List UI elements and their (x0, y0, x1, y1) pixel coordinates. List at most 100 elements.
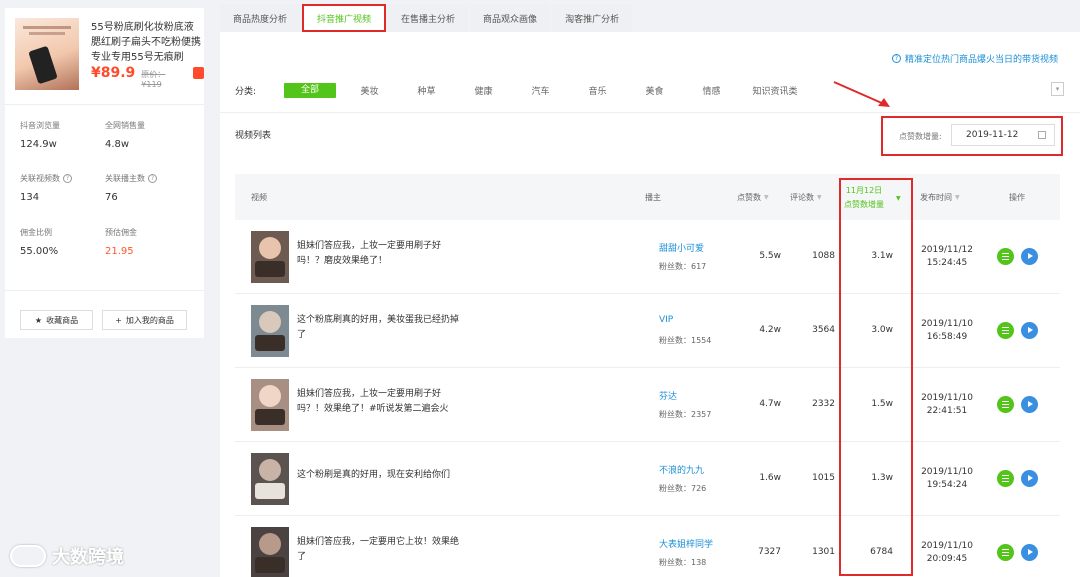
play-icon[interactable] (1021, 470, 1038, 487)
comments-value: 1088 (812, 251, 835, 261)
category-item[interactable]: 美妆 (341, 84, 398, 97)
play-icon[interactable] (1021, 544, 1038, 561)
fans-count: 粉丝数：138 (659, 558, 707, 567)
play-icon[interactable] (1021, 396, 1038, 413)
table-row[interactable]: 姐妹们答应我，上妆一定要用刷子好吗？！效果绝了！#听说发第二遍会火 芬达 粉丝数… (235, 368, 1060, 442)
header-like-growth[interactable]: 11月12日 点赞数增量 (844, 185, 884, 210)
category-item[interactable]: 音乐 (569, 84, 626, 97)
stat-commission: 预估佣金 21.95 (105, 228, 137, 257)
star-icon: ★ (34, 315, 43, 325)
anchor-link[interactable]: 大表姐梓同学 (659, 537, 713, 550)
anchor-link[interactable]: VIP (659, 315, 673, 325)
publish-time: 2019/11/12 15:24:45 (921, 245, 973, 268)
favorite-button[interactable]: ★ 收藏商品 (20, 310, 93, 330)
video-list-title: 视频列表 (235, 131, 272, 141)
help-icon[interactable]: ? (63, 174, 72, 183)
product-price: ¥89.9 (91, 65, 136, 81)
category-all[interactable]: 全部 (284, 83, 337, 98)
tab-taoke[interactable]: 淘客推广分析 (552, 4, 633, 32)
tab-heat-analysis[interactable]: 商品热度分析 (220, 4, 301, 32)
header-likes[interactable]: 点赞数 ▼ (737, 192, 769, 203)
fans-count: 粉丝数：617 (659, 262, 707, 271)
calendar-icon[interactable] (1038, 131, 1046, 139)
main-panel: ? 精准定位热门商品爆火当日的带货视频 分类: 全部 美妆 种草 健康 汽车 音… (220, 32, 1080, 577)
detail-icon[interactable] (997, 396, 1014, 413)
likes-value: 4.2w (759, 325, 781, 335)
anchor-link[interactable]: 芬达 (659, 389, 677, 402)
play-icon[interactable] (1021, 322, 1038, 339)
help-icon[interactable]: ? (148, 174, 157, 183)
video-desc[interactable]: 姐妹们答应我，一定要用它上妆！效果绝了 (297, 535, 465, 565)
video-thumbnail[interactable] (251, 305, 289, 357)
table-row[interactable]: 这个粉刷是真的好用，现在安利给你们 不浪的九九 粉丝数：726 1.6w 101… (235, 442, 1060, 516)
date-filter: 点赞数增量: 2019-11-12 (881, 116, 1063, 156)
video-desc[interactable]: 这个粉刷是真的好用，现在安利给你们 (297, 468, 465, 483)
table-row[interactable]: 姐妹们答应我，上妆一定要用刷子好吗！？磨皮效果绝了！ 甜甜小可爱 粉丝数：617… (235, 220, 1060, 294)
date-input[interactable]: 2019-11-12 (951, 124, 1055, 146)
shop-icon[interactable] (192, 67, 204, 79)
growth-value: 6784 (870, 547, 893, 557)
product-title[interactable]: 55号粉底刷化妆粉底液腮红刷子扁头不吃粉便携专业专用55号无痕刷 (91, 20, 201, 65)
category-item[interactable]: 情感 (683, 84, 740, 97)
divider (5, 104, 204, 105)
tab-audience[interactable]: 商品观众画像 (470, 4, 551, 32)
play-icon[interactable] (1021, 248, 1038, 265)
publish-time: 2019/11/10 16:58:49 (921, 319, 973, 342)
table-row[interactable]: 姐妹们答应我，一定要用它上妆！效果绝了 大表姐梓同学 粉丝数：138 7327 … (235, 516, 1060, 577)
growth-value: 1.5w (871, 399, 893, 409)
product-image[interactable] (15, 18, 79, 90)
comments-value: 1301 (812, 547, 835, 557)
annotation-arrow (833, 81, 890, 107)
divider (5, 290, 204, 291)
help-icon: ? (891, 54, 901, 63)
category-item[interactable]: 美食 (626, 84, 683, 97)
growth-value: 1.3w (871, 473, 893, 483)
header-time[interactable]: 发布时间 ▼ (920, 192, 960, 203)
price-row: ¥89.9 原价：¥119 (91, 65, 204, 89)
likes-value: 5.5w (759, 251, 781, 261)
video-desc[interactable]: 姐妹们答应我，上妆一定要用刷子好吗？！效果绝了！#听说发第二遍会火 (297, 387, 465, 417)
category-item[interactable]: 种草 (398, 84, 455, 97)
detail-icon[interactable] (997, 544, 1014, 561)
publish-time: 2019/11/10 20:09:45 (921, 541, 973, 564)
stat-sales: 全网销售量 4.8w (105, 121, 145, 150)
stat-videos: 关联视频数? 134 (20, 173, 72, 203)
table-header: 视频 播主 点赞数 ▼ 评论数 ▼ 11月12日 点赞数增量 ▼ 发布时间 ▼ 操作 (235, 174, 1060, 220)
fans-count: 粉丝数：726 (659, 484, 707, 493)
video-thumbnail[interactable] (251, 231, 289, 283)
category-item[interactable]: 汽车 (512, 84, 569, 97)
hot-video-link[interactable]: ? 精准定位热门商品爆火当日的带货视频 (891, 52, 1058, 65)
detail-icon[interactable] (997, 470, 1014, 487)
sort-icon[interactable]: ▼ (896, 195, 901, 202)
category-item[interactable]: 健康 (455, 84, 512, 97)
detail-icon[interactable] (997, 248, 1014, 265)
header-comments[interactable]: 评论数 ▼ (790, 192, 822, 203)
video-thumbnail[interactable] (251, 379, 289, 431)
brand-logo-icon (10, 545, 46, 567)
video-thumbnail[interactable] (251, 453, 289, 505)
chevron-down-icon[interactable]: ▾ (1051, 82, 1064, 96)
likes-value: 1.6w (759, 473, 781, 483)
growth-value: 3.0w (871, 325, 893, 335)
anchor-link[interactable]: 甜甜小可爱 (659, 241, 704, 254)
publish-time: 2019/11/10 22:41:51 (921, 393, 973, 416)
add-product-button[interactable]: + 加入我的商品 (102, 310, 187, 330)
video-desc[interactable]: 这个粉底刷真的好用，美妆蛋我已经扔掉了 (297, 313, 465, 343)
product-panel: 55号粉底刷化妆粉底液腮红刷子扁头不吃粉便携专业专用55号无痕刷 ¥89.9 原… (5, 8, 204, 338)
stat-commission-rate: 佣金比例 55.00% (20, 228, 59, 257)
sort-icon: ▼ (955, 194, 960, 201)
fans-count: 粉丝数：1554 (659, 336, 712, 345)
anchor-link[interactable]: 不浪的九九 (659, 463, 704, 476)
table-row[interactable]: 这个粉底刷真的好用，美妆蛋我已经扔掉了 VIP 粉丝数：1554 4.2w 35… (235, 294, 1060, 368)
video-desc[interactable]: 姐妹们答应我，上妆一定要用刷子好吗！？磨皮效果绝了！ (297, 239, 465, 269)
growth-value: 3.1w (871, 251, 893, 261)
sort-icon: ▼ (817, 194, 822, 201)
plus-icon: + (115, 315, 122, 325)
video-thumbnail[interactable] (251, 527, 289, 577)
stat-anchors: 关联播主数? 76 (105, 173, 157, 203)
likes-value: 4.7w (759, 399, 781, 409)
tab-anchor-analysis[interactable]: 在售播主分析 (388, 4, 469, 32)
tab-douyin-videos[interactable]: 抖音推广视频 (302, 4, 387, 32)
category-item[interactable]: 知识资讯类 (740, 84, 810, 97)
detail-icon[interactable] (997, 322, 1014, 339)
